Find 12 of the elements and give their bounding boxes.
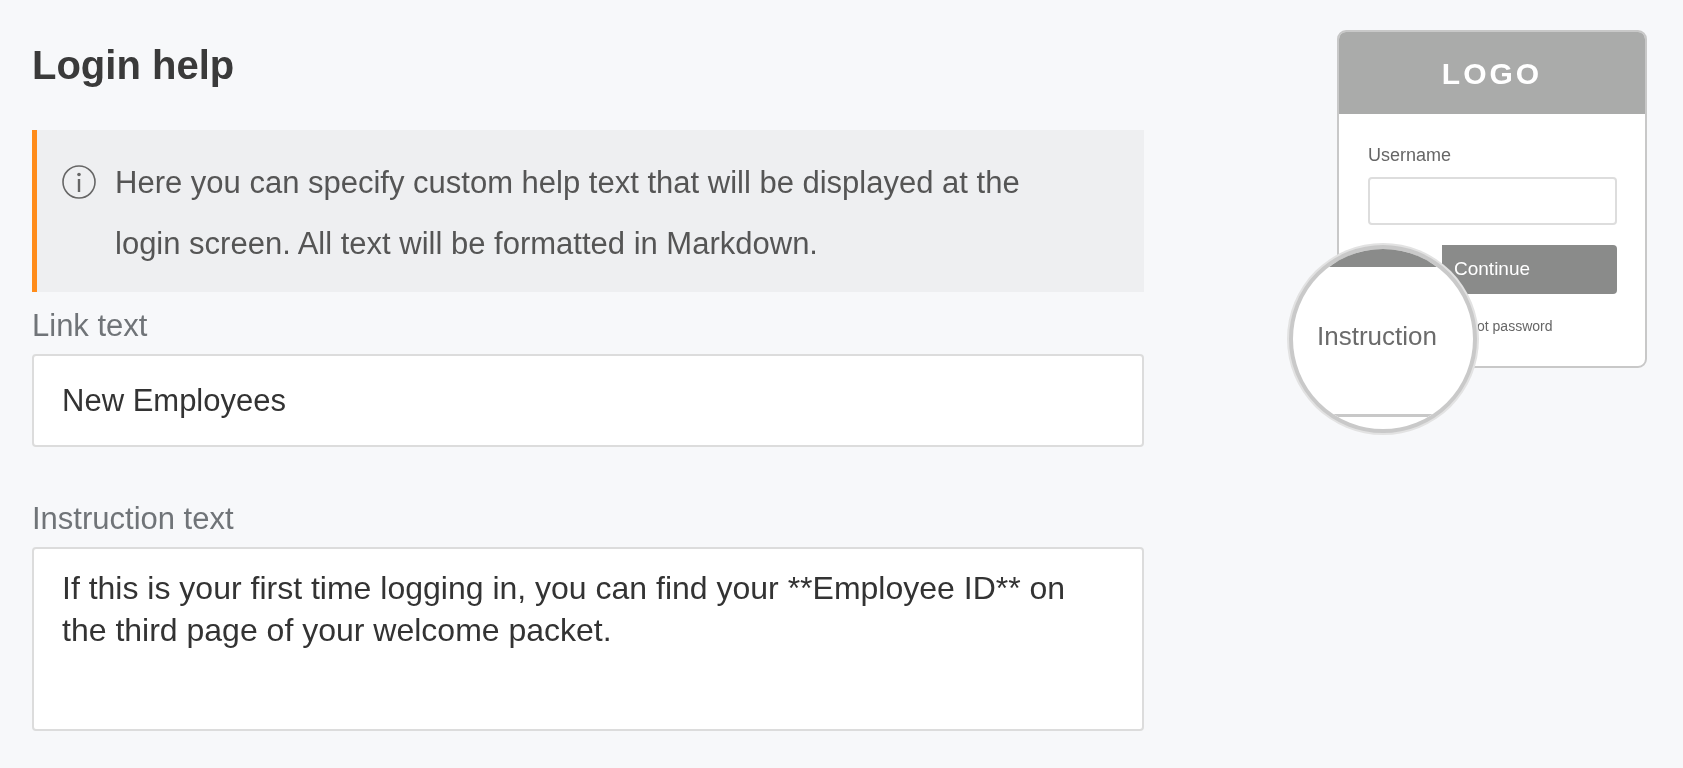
username-label: Username xyxy=(1368,144,1452,167)
notice-text: Here you can specify custom help text that will be displayed at the login screen. All text will be formatted in Markdown. xyxy=(115,164,1021,263)
magnified-text: Instruction xyxy=(1317,320,1437,353)
field-label: Instruction text xyxy=(32,500,234,538)
page-title: Login help xyxy=(32,42,236,89)
instruction-text-area[interactable]: If this is your first time logging in, you can find your **Employee ID** on the third page of your welcome packet. xyxy=(32,547,1144,731)
info-icon xyxy=(61,164,97,200)
link-text-field[interactable]: New Employees xyxy=(32,354,1144,447)
field-label: Link text xyxy=(32,307,148,345)
username-field[interactable] xyxy=(1368,177,1617,225)
logo-text: LOGO xyxy=(1441,55,1543,92)
forgot-password-link[interactable]: ot password xyxy=(1477,316,1553,337)
